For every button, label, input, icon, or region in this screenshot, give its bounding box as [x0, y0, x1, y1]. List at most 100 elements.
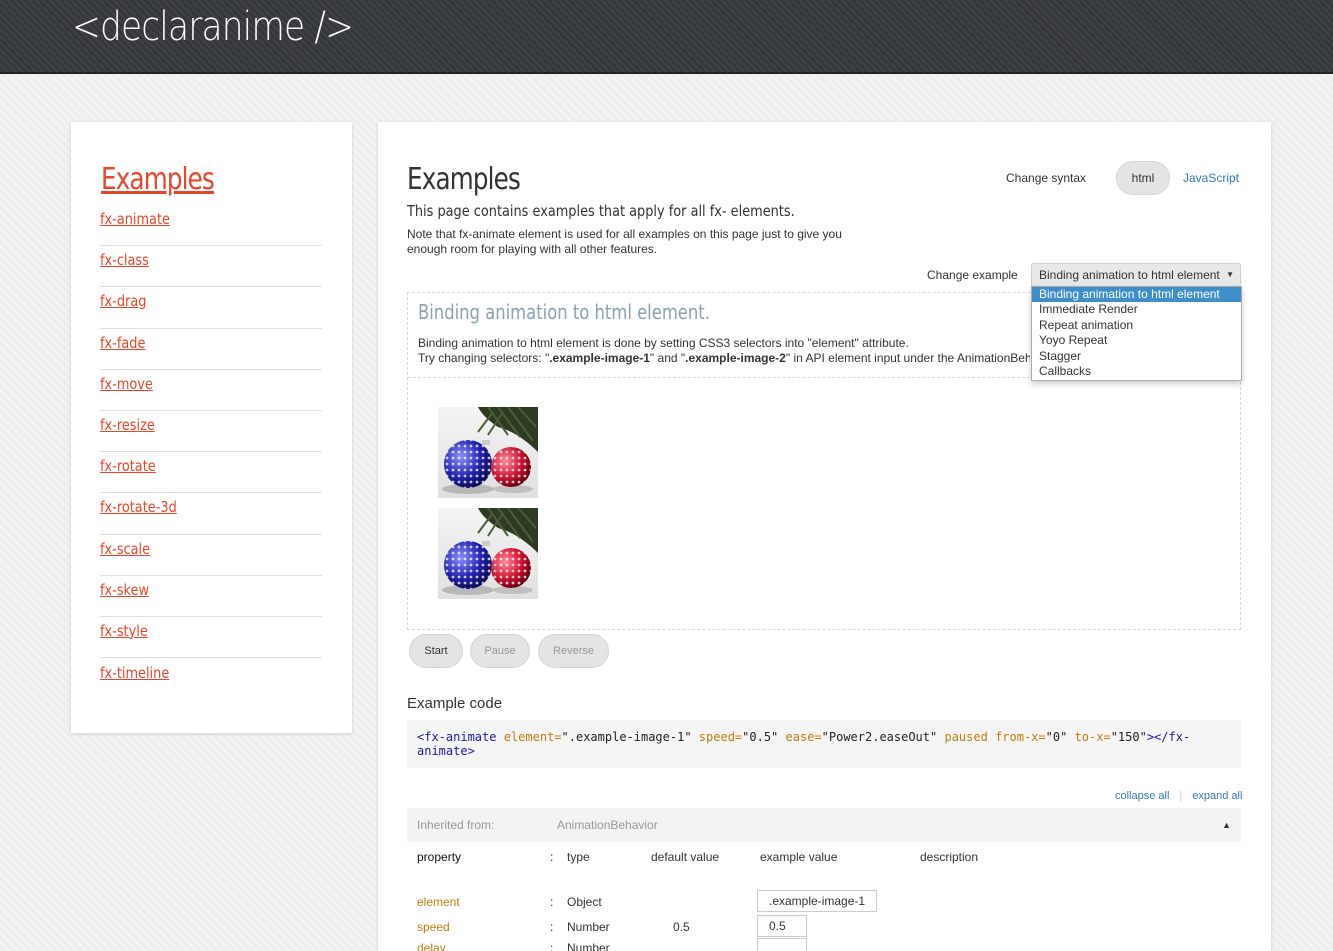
pause-button[interactable]: Pause	[470, 634, 530, 668]
sidebar-item: fx-animate	[100, 205, 322, 247]
sidebar-item-fx-drag[interactable]: fx-drag	[100, 292, 146, 310]
change-example-dropdown: Binding animation to html element Immedi…	[1031, 286, 1242, 381]
sidebar-item-fx-fade[interactable]: fx-fade	[100, 334, 145, 352]
code-attr: ease=	[785, 730, 822, 744]
table-row: element : Object .example-image-1	[407, 890, 1241, 917]
code-attr: to-x=	[1074, 730, 1111, 744]
sidebar-item-fx-resize[interactable]: fx-resize	[100, 416, 155, 434]
sidebar-item: fx-scale	[100, 535, 322, 576]
example-description: Binding animation to html element is don…	[418, 336, 1030, 366]
code-attr: speed=	[698, 730, 743, 744]
sidebar-item: fx-class	[100, 246, 322, 288]
property-table-header: property : type default value example va…	[407, 850, 1241, 868]
example-code-block: <fx-animate element=".example-image-1" s…	[407, 720, 1241, 768]
change-syntax-label: Change syntax	[1006, 171, 1087, 185]
property-colon: :	[550, 920, 554, 934]
sidebar-item: fx-style	[100, 617, 322, 659]
sidebar-item-fx-rotate[interactable]: fx-rotate	[100, 457, 156, 475]
sidebar-item: fx-move	[100, 370, 322, 411]
example-title: Binding animation to html element.	[418, 300, 710, 324]
desc-text: Try changing selectors: "	[418, 351, 550, 365]
inherited-class: AnimationBehavior	[557, 818, 658, 832]
sidebar-item: fx-drag	[100, 287, 322, 329]
sidebar-item: fx-skew	[100, 576, 322, 617]
property-type: Number	[567, 941, 610, 951]
example-desc-line2: Try changing selectors: ".example-image-…	[418, 351, 1030, 366]
expand-all-link[interactable]: expand all	[1192, 790, 1242, 802]
property-name: delay	[417, 941, 446, 951]
code-tag: <fx-animate	[417, 730, 497, 744]
example-image-1	[438, 407, 538, 498]
header-description: description	[920, 850, 979, 864]
start-button[interactable]: Start	[409, 634, 463, 668]
example-value-input[interactable]	[757, 938, 807, 951]
change-example-select[interactable]: Binding animation to html element ▼	[1031, 263, 1241, 287]
sidebar-item-fx-rotate-3d[interactable]: fx-rotate-3d	[100, 498, 177, 516]
reverse-button[interactable]: Reverse	[538, 634, 609, 668]
collapse-expand-links: collapse all | expand all	[1115, 790, 1242, 802]
dropdown-option[interactable]: Binding animation to html element	[1032, 287, 1241, 303]
logo[interactable]: <declaranime />	[72, 4, 354, 50]
sidebar-item-fx-skew[interactable]: fx-skew	[100, 581, 149, 599]
property-colon: :	[550, 941, 554, 951]
code-value: ".example-image-1"	[561, 730, 692, 744]
sidebar-title-link[interactable]: Examples	[101, 162, 215, 197]
inherited-section-header[interactable]: Inherited from: AnimationBehavior ▲	[407, 808, 1241, 842]
christmas-ornaments-image	[442, 508, 538, 595]
sidebar-item: fx-fade	[100, 329, 322, 370]
property-type: Number	[567, 920, 610, 934]
header-colon: :	[550, 850, 554, 864]
sidebar-item-fx-class[interactable]: fx-class	[100, 251, 149, 269]
property-name: speed	[417, 920, 450, 934]
sidebar-item-fx-move[interactable]: fx-move	[100, 375, 153, 393]
syntax-javascript-link[interactable]: JavaScript	[1183, 171, 1239, 185]
example-code-label: Example code	[407, 695, 503, 712]
dropdown-option[interactable]: Immediate Render	[1032, 302, 1241, 317]
sidebar-item-fx-timeline[interactable]: fx-timeline	[100, 664, 169, 682]
desc-selector-2: .example-image-2	[685, 351, 786, 365]
header-property: property	[417, 850, 462, 864]
example-value-input[interactable]: .example-image-1	[757, 890, 878, 912]
sidebar-item-fx-scale[interactable]: fx-scale	[100, 540, 150, 558]
page-subtitle: This page contains examples that apply f…	[407, 202, 795, 220]
collapse-all-link[interactable]: collapse all	[1115, 790, 1169, 802]
main-panel: Examples This page contains examples tha…	[378, 122, 1271, 951]
desc-selector-1: .example-image-1	[549, 351, 650, 365]
sidebar-list: fx-animate fx-class fx-drag fx-fade fx-m…	[100, 205, 322, 699]
example-image-2	[438, 508, 538, 599]
syntax-html-button[interactable]: html	[1116, 161, 1170, 195]
dropdown-option[interactable]: Callbacks	[1032, 364, 1241, 379]
sidebar-item-fx-style[interactable]: fx-style	[100, 622, 148, 640]
header-example: example value	[760, 850, 838, 864]
sidebar: Examples fx-animate fx-class fx-drag fx-…	[71, 122, 352, 733]
christmas-ornaments-image	[442, 407, 538, 494]
sidebar-item: fx-rotate-3d	[100, 493, 322, 535]
code-attr: element=	[503, 730, 562, 744]
sidebar-item-fx-animate[interactable]: fx-animate	[100, 210, 170, 228]
header-default: default value	[651, 850, 720, 864]
property-type: Object	[567, 895, 602, 909]
header-type: type	[567, 850, 590, 864]
dropdown-option[interactable]: Repeat animation	[1032, 318, 1241, 333]
code-value: "0.5"	[742, 730, 779, 744]
property-colon: :	[550, 895, 554, 909]
property-name: element	[417, 895, 460, 909]
inherited-label: Inherited from:	[417, 818, 495, 832]
select-value: Binding animation to html element	[1039, 268, 1220, 282]
dropdown-option[interactable]: Stagger	[1032, 349, 1241, 364]
desc-text: " in API element input under the Animati…	[785, 351, 1030, 365]
triangle-up-icon[interactable]: ▲	[1222, 808, 1231, 842]
page-note: Note that fx-animate element is used for…	[407, 227, 842, 256]
sidebar-item: fx-rotate	[100, 452, 322, 494]
code-value: "0"	[1045, 730, 1068, 744]
link-separator: |	[1179, 790, 1183, 802]
code-attr: paused	[944, 730, 988, 744]
desc-text: " and "	[649, 351, 686, 365]
example-value-input[interactable]: 0.5	[757, 915, 807, 937]
property-default: 0.5	[673, 920, 690, 934]
table-row: delay : Number	[407, 938, 1241, 951]
dropdown-option[interactable]: Yoyo Repeat	[1032, 333, 1241, 348]
example-desc-line1: Binding animation to html element is don…	[418, 336, 909, 350]
page-title: Examples	[407, 162, 521, 197]
table-row: speed : Number 0.5 0.5	[407, 915, 1241, 942]
